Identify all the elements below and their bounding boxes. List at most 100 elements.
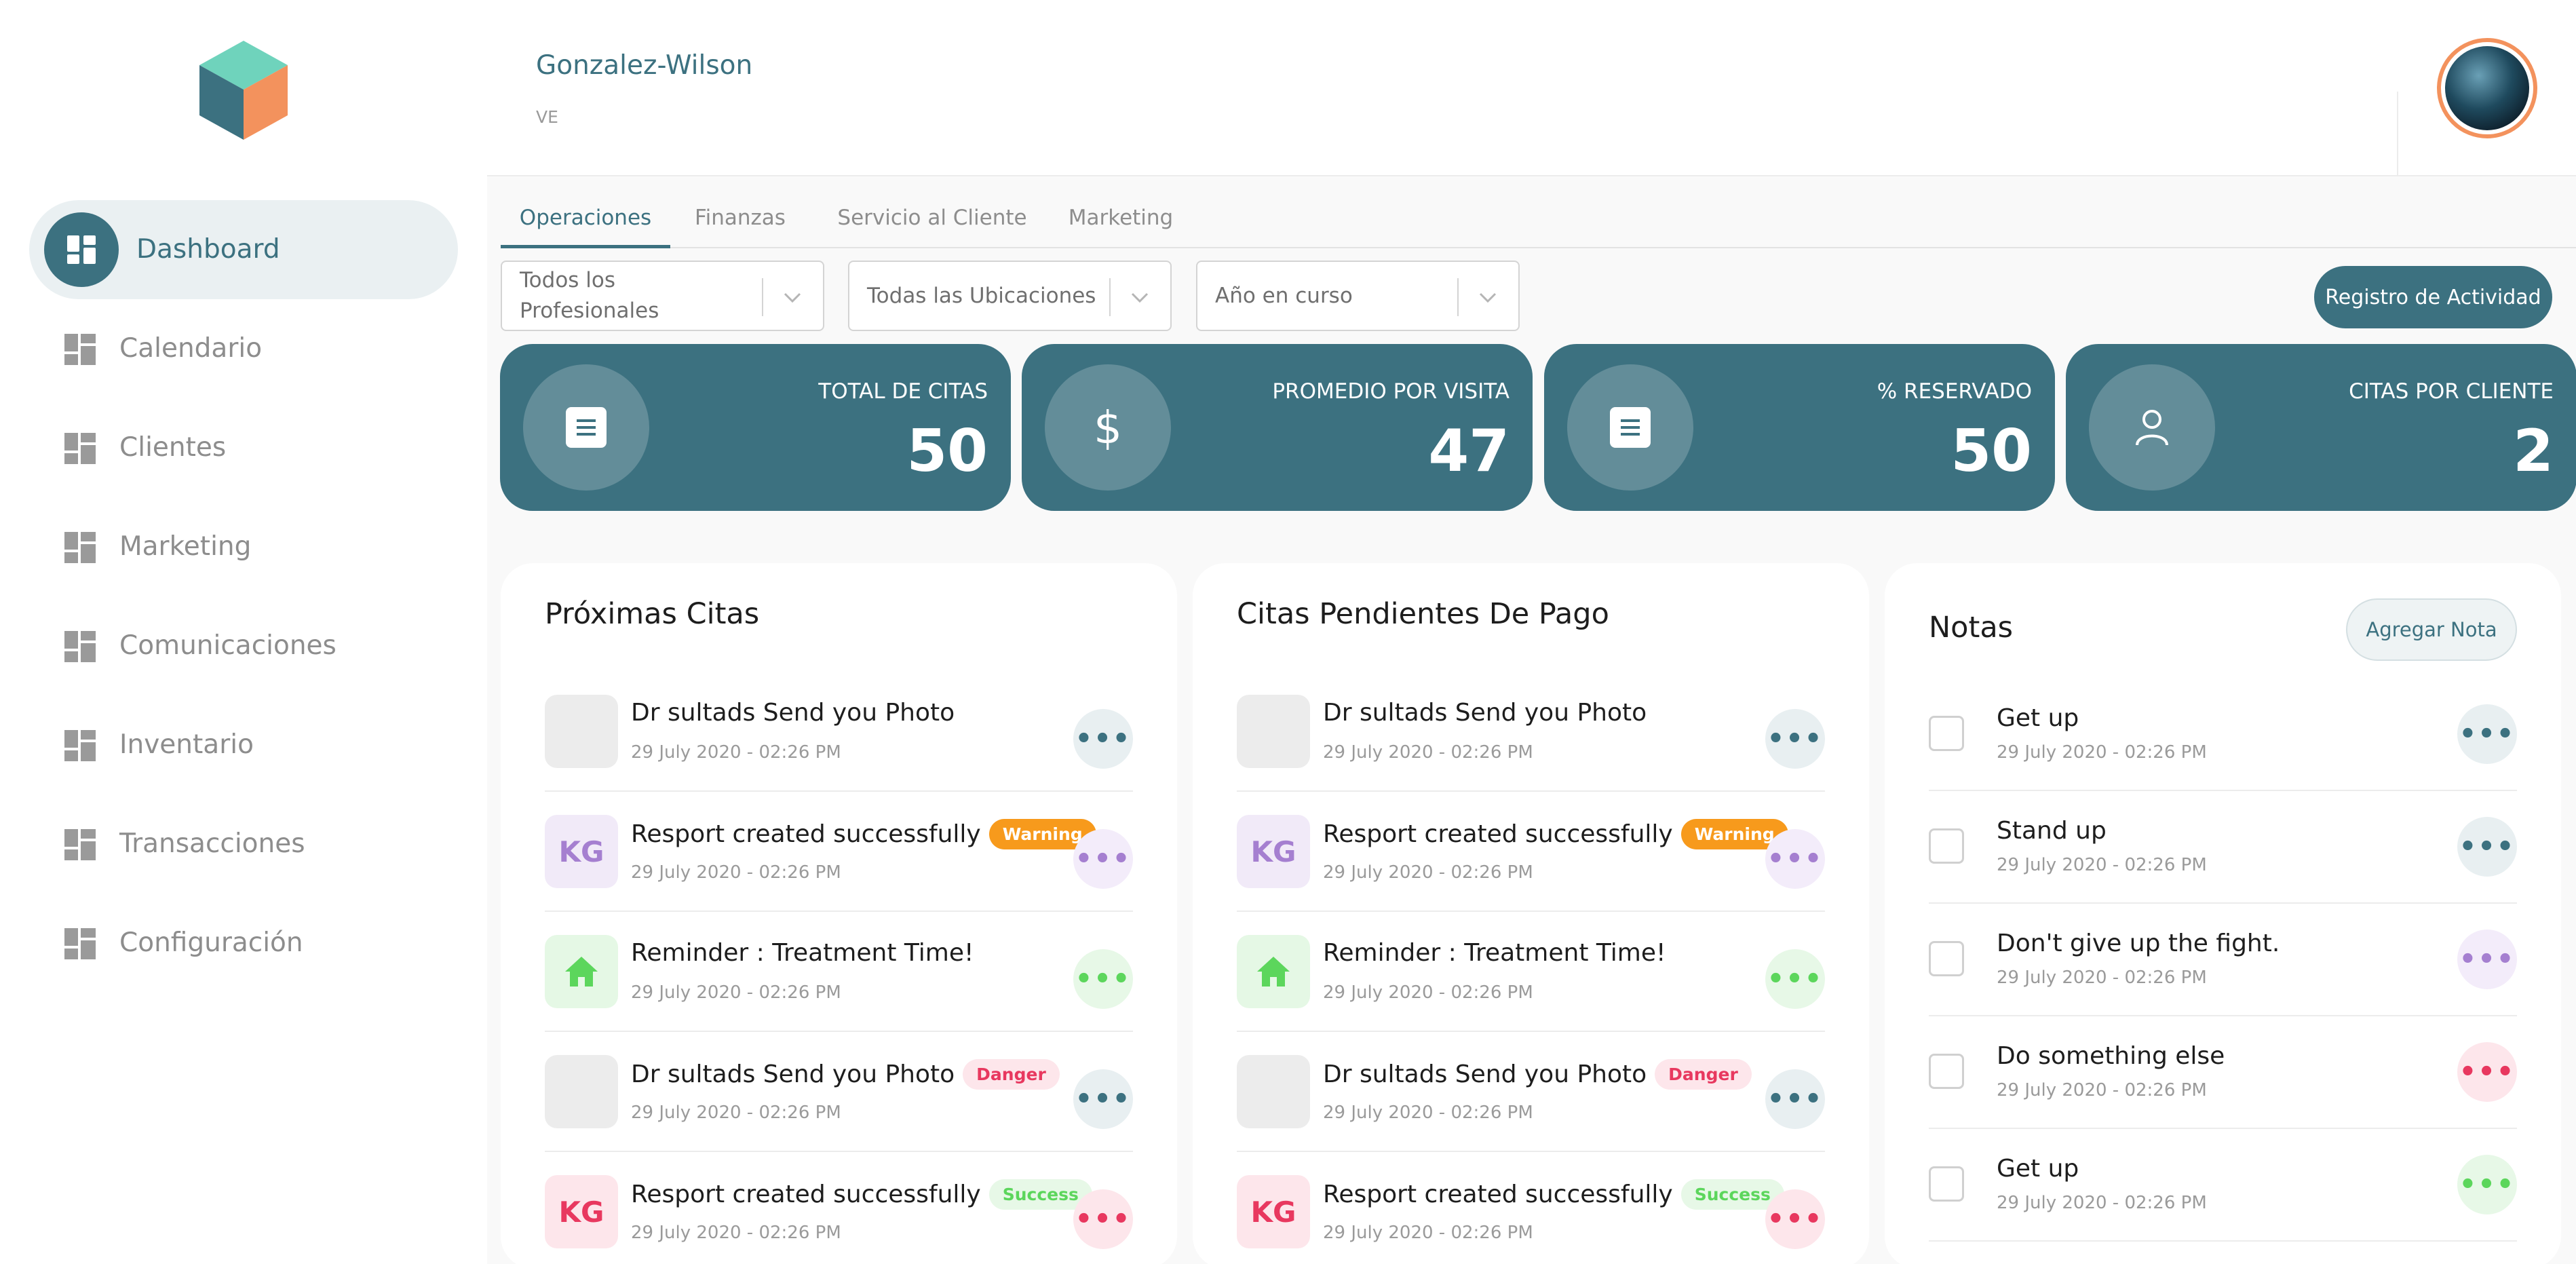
more-options-icon[interactable]: •••: [2457, 1155, 2517, 1214]
more-options-icon[interactable]: •••: [1765, 709, 1825, 769]
placeholder-thumbnail: [545, 1055, 618, 1128]
sidebar-item-label: Comunicaciones: [119, 630, 337, 661]
note-checkbox[interactable]: [1929, 716, 1964, 751]
list-item[interactable]: Dr sultads Send you Photo Danger 29 July …: [1237, 1032, 1825, 1152]
sidebar-item-comunicaciones[interactable]: Comunicaciones: [29, 596, 458, 695]
list-item[interactable]: Reminder : Treatment Time! 29 July 2020 …: [545, 912, 1133, 1032]
note-item: Do something else 29 July 2020 - 02:26 P…: [1929, 1016, 2517, 1129]
note-checkbox[interactable]: [1929, 941, 1964, 976]
note-item: Stand up 29 July 2020 - 02:26 PM •••: [1929, 791, 2517, 904]
sidebar-item-dashboard[interactable]: Dashboard: [29, 200, 458, 299]
note-date: 29 July 2020 - 02:26 PM: [1997, 742, 2207, 763]
note-checkbox[interactable]: [1929, 1166, 1964, 1202]
note-date: 29 July 2020 - 02:26 PM: [1997, 1080, 2207, 1100]
grid-icon: [64, 928, 96, 959]
locations-select-value: Todas las Ubicaciones: [867, 283, 1096, 308]
grid-icon: [64, 631, 96, 662]
list-item[interactable]: KG Resport created successfully Warning 2…: [1237, 792, 1825, 912]
more-options-icon[interactable]: •••: [2457, 817, 2517, 877]
list-item[interactable]: Dr sultads Send you Photo 29 July 2020 -…: [1237, 672, 1825, 792]
select-separator: [1109, 278, 1111, 316]
add-note-button[interactable]: Agregar Nota: [2346, 598, 2517, 661]
document-icon: [523, 364, 649, 491]
professionals-select[interactable]: Todos los Profesionales: [501, 261, 824, 331]
item-title-text: Resport created successfully: [631, 1181, 981, 1208]
more-options-icon[interactable]: •••: [1765, 1069, 1825, 1129]
sidebar-item-configuracion[interactable]: Configuración: [29, 894, 458, 993]
list-item[interactable]: Reminder : Treatment Time! 29 July 2020 …: [1237, 912, 1825, 1032]
note-checkbox[interactable]: [1929, 828, 1964, 864]
item-title: Reminder : Treatment Time!: [631, 939, 974, 967]
item-date: 29 July 2020 - 02:26 PM: [1323, 1223, 1533, 1243]
note-item: Don't give up the fight. 29 July 2020 - …: [1929, 904, 2517, 1016]
note-item: Get up 29 July 2020 - 02:26 PM •••: [1929, 1129, 2517, 1242]
more-options-icon[interactable]: •••: [1073, 949, 1133, 1009]
select-separator: [1457, 278, 1459, 316]
list-item[interactable]: KG Resport created successfully Warning 2…: [545, 792, 1133, 912]
document-icon: [1567, 364, 1693, 491]
more-options-icon[interactable]: •••: [1765, 829, 1825, 889]
placeholder-thumbnail: [545, 695, 618, 768]
item-date: 29 July 2020 - 02:26 PM: [1323, 862, 1533, 883]
more-options-icon[interactable]: •••: [2457, 704, 2517, 764]
item-date: 29 July 2020 - 02:26 PM: [631, 862, 841, 883]
item-title: Resport created successfully Success: [631, 1179, 1092, 1210]
initials-avatar: KG: [545, 1175, 618, 1248]
item-title-text: Resport created successfully: [1323, 1181, 1673, 1208]
more-options-icon[interactable]: •••: [1073, 709, 1133, 769]
locations-select[interactable]: Todas las Ubicaciones: [848, 261, 1172, 331]
panel-title: Próximas Citas: [545, 597, 760, 631]
danger-badge: Danger: [1655, 1059, 1752, 1090]
item-title-text: Resport created successfully: [631, 820, 981, 848]
note-item: Get up 29 July 2020 - 02:26 PM •••: [1929, 678, 2517, 791]
avatar[interactable]: [2437, 38, 2537, 138]
period-select[interactable]: Año en curso: [1196, 261, 1520, 331]
more-options-icon[interactable]: •••: [2457, 1042, 2517, 1102]
item-date: 29 July 2020 - 02:26 PM: [631, 1103, 841, 1123]
placeholder-thumbnail: [1237, 1055, 1310, 1128]
more-options-icon[interactable]: •••: [1073, 829, 1133, 889]
org-code: VE: [536, 107, 558, 127]
more-options-icon[interactable]: •••: [1765, 949, 1825, 1009]
stat-card-citas-por-cliente: CITAS POR CLIENTE 2: [2066, 344, 2576, 511]
list-item[interactable]: KG Resport created successfully Success 2…: [1237, 1152, 1825, 1264]
list-item[interactable]: Dr sultads Send you Photo 29 July 2020 -…: [545, 672, 1133, 792]
more-options-icon[interactable]: •••: [1765, 1189, 1825, 1249]
list-item[interactable]: KG Resport created successfully Success 2…: [545, 1152, 1133, 1264]
stat-label: % RESERVADO: [1877, 379, 2032, 404]
sidebar-item-label: Configuración: [119, 927, 303, 958]
note-checkbox[interactable]: [1929, 1054, 1964, 1089]
more-options-icon[interactable]: •••: [2457, 930, 2517, 989]
sidebar-item-transacciones[interactable]: Transacciones: [29, 794, 458, 894]
item-title: Dr sultads Send you Photo: [1323, 699, 1647, 727]
stat-label: PROMEDIO POR VISITA: [1272, 379, 1510, 404]
tab-operaciones[interactable]: Operaciones: [501, 189, 670, 248]
list-item[interactable]: Dr sultads Send you Photo Danger 29 July …: [545, 1032, 1133, 1152]
danger-badge: Danger: [963, 1059, 1060, 1090]
item-title-text: Dr sultads Send you Photo: [1323, 1060, 1647, 1088]
stat-card-reservado: % RESERVADO 50: [1544, 344, 2055, 511]
tab-bar: Operaciones Finanzas Servicio al Cliente…: [501, 189, 2576, 248]
stat-card-promedio-por-visita: $ PROMEDIO POR VISITA 47: [1022, 344, 1533, 511]
sidebar-item-inventario[interactable]: Inventario: [29, 695, 458, 794]
grid-icon: [64, 433, 96, 464]
grid-icon: [64, 532, 96, 563]
dollar-icon: $: [1045, 364, 1171, 491]
item-title-text: Reminder : Treatment Time!: [1323, 939, 1666, 967]
tab-finanzas[interactable]: Finanzas: [676, 189, 805, 248]
sidebar-item-calendario[interactable]: Calendario: [29, 299, 458, 398]
sidebar-item-label: Marketing: [119, 531, 252, 562]
more-options-icon[interactable]: •••: [1073, 1069, 1133, 1129]
note-title: Stand up: [1997, 817, 2107, 845]
tab-marketing[interactable]: Marketing: [1046, 189, 1195, 248]
home-icon: [545, 935, 618, 1008]
more-options-icon[interactable]: •••: [1073, 1189, 1133, 1249]
activity-log-button[interactable]: Registro de Actividad: [2314, 266, 2552, 328]
note-date: 29 July 2020 - 02:26 PM: [1997, 1193, 2207, 1213]
item-title: Resport created successfully Warning: [1323, 819, 1788, 849]
initials-avatar: KG: [1237, 815, 1310, 888]
item-title: Resport created successfully Warning: [631, 819, 1096, 849]
sidebar-item-marketing[interactable]: Marketing: [29, 497, 458, 596]
tab-servicio-al-cliente[interactable]: Servicio al Cliente: [817, 189, 1047, 248]
sidebar-item-clientes[interactable]: Clientes: [29, 398, 458, 497]
